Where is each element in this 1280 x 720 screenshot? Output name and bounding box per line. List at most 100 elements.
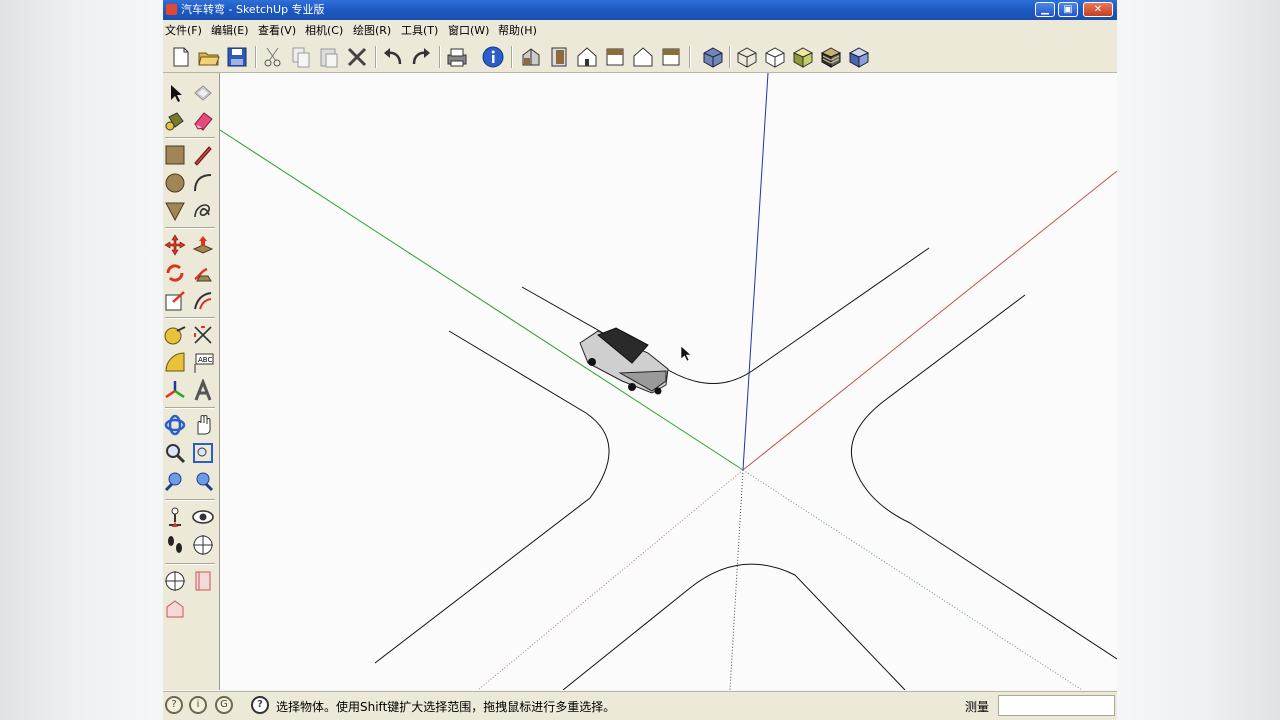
iso-view-icon[interactable] — [519, 45, 543, 69]
window-title: 汽车转弯 - SketchUp 专业版 — [181, 3, 325, 16]
top-view-icon[interactable] — [547, 45, 571, 69]
menu-window[interactable]: 窗口(W) — [448, 20, 489, 42]
road-edge-east — [851, 294, 1117, 660]
shaded-icon[interactable] — [791, 45, 815, 69]
select-arrow-icon[interactable] — [163, 81, 187, 105]
menu-bar: 文件(F) 编辑(E) 查看(V) 相机(C) 绘图(R) 工具(T) 窗口(W… — [163, 20, 1117, 43]
open-icon[interactable] — [197, 45, 221, 69]
zoom-icon[interactable] — [163, 441, 187, 465]
look-around-icon[interactable] — [191, 505, 215, 529]
undo-icon[interactable] — [381, 45, 405, 69]
arc-icon[interactable] — [191, 171, 215, 195]
menu-camera[interactable]: 相机(C) — [305, 20, 343, 42]
textured-icon[interactable] — [819, 45, 843, 69]
freehand-icon[interactable] — [191, 199, 215, 223]
hidden-line-icon[interactable] — [763, 45, 787, 69]
minimize-button[interactable]: ▁ — [1035, 2, 1055, 17]
circle-icon[interactable] — [163, 171, 187, 195]
zoom-extents-icon[interactable] — [191, 469, 215, 493]
title-bar: 汽车转弯 - SketchUp 专业版 ▁ ▣ ✕ — [163, 0, 1117, 20]
zoom-window-icon[interactable] — [191, 441, 215, 465]
pencil-line-icon[interactable] — [191, 143, 215, 167]
toolbar-separator — [375, 46, 377, 68]
tool-separator — [165, 317, 215, 319]
position-camera-icon[interactable] — [163, 505, 187, 529]
model-info-icon[interactable] — [481, 45, 505, 69]
orbit-icon[interactable] — [163, 413, 187, 437]
section-plane-icon[interactable] — [191, 533, 215, 557]
red-axis — [742, 170, 1117, 471]
eraser-icon[interactable] — [191, 109, 215, 133]
menu-edit[interactable]: 编辑(E) — [211, 20, 249, 42]
svg-text:ABC: ABC — [198, 356, 212, 364]
sandbox-section-icon[interactable] — [163, 569, 187, 593]
axes-tool-icon[interactable] — [163, 379, 187, 403]
push-pull-icon[interactable] — [191, 233, 215, 257]
toolbar-separator — [729, 46, 731, 68]
toolbar-separator — [439, 46, 441, 68]
user-icon[interactable]: G — [215, 696, 233, 714]
tool-separator — [165, 499, 215, 501]
make-component-icon[interactable] — [191, 81, 215, 105]
red-axis-negative — [477, 469, 744, 691]
green-axis — [219, 129, 744, 471]
left-view-icon[interactable] — [659, 45, 683, 69]
scale-icon[interactable] — [163, 289, 187, 313]
redo-icon[interactable] — [409, 45, 433, 69]
delete-icon[interactable] — [345, 45, 369, 69]
road-edges — [374, 247, 1117, 691]
geo-location-icon[interactable]: ? — [165, 696, 183, 714]
front-view-icon[interactable] — [575, 45, 599, 69]
tool-separator — [165, 407, 215, 409]
3d-text-icon[interactable] — [191, 379, 215, 403]
offset-icon[interactable] — [191, 289, 215, 313]
menu-tools[interactable]: 工具(T) — [401, 20, 438, 42]
scene-viewport[interactable] — [219, 72, 1117, 691]
back-view-icon[interactable] — [631, 45, 655, 69]
credits-icon[interactable]: i — [189, 696, 207, 714]
section-cut-icon[interactable] — [163, 597, 187, 621]
save-icon[interactable] — [225, 45, 249, 69]
polygon-icon[interactable] — [163, 199, 187, 223]
right-view-icon[interactable] — [603, 45, 627, 69]
maximize-button[interactable]: ▣ — [1058, 2, 1078, 17]
measurements-box[interactable] — [998, 695, 1115, 716]
tool-separator — [165, 563, 215, 565]
toolbar-separator — [511, 46, 513, 68]
paint-bucket-icon[interactable] — [163, 109, 187, 133]
standard-toolbar — [163, 42, 1117, 73]
dimension-icon[interactable] — [191, 323, 215, 347]
xray-icon[interactable] — [701, 45, 725, 69]
sketchup-window: 汽车转弯 - SketchUp 专业版 ▁ ▣ ✕ 文件(F) 编辑(E) 查看… — [163, 0, 1117, 720]
drawing-canvas[interactable] — [219, 72, 1117, 691]
rectangle-icon[interactable] — [163, 143, 187, 167]
menu-help[interactable]: 帮助(H) — [498, 20, 537, 42]
previous-view-icon[interactable] — [163, 469, 187, 493]
pan-hand-icon[interactable] — [191, 413, 215, 437]
follow-me-icon[interactable] — [191, 261, 215, 285]
road-edge-north — [521, 247, 930, 384]
instructor-help-icon[interactable]: ? — [251, 696, 269, 714]
menu-view[interactable]: 查看(V) — [258, 20, 296, 42]
print-icon[interactable] — [445, 45, 469, 69]
car-model[interactable] — [579, 327, 669, 395]
monochrome-icon[interactable] — [847, 45, 871, 69]
menu-draw[interactable]: 绘图(R) — [353, 20, 391, 42]
new-icon[interactable] — [169, 45, 193, 69]
protractor-icon[interactable] — [163, 351, 187, 375]
copy-icon[interactable] — [289, 45, 313, 69]
walk-icon[interactable] — [163, 533, 187, 557]
green-axis-negative — [742, 469, 1083, 691]
move-icon[interactable] — [163, 233, 187, 257]
text-tool-icon[interactable]: ABC — [191, 351, 215, 375]
app-icon — [166, 4, 177, 15]
close-button[interactable]: ✕ — [1083, 2, 1113, 17]
paste-icon[interactable] — [317, 45, 341, 69]
rotate-icon[interactable] — [163, 261, 187, 285]
section-display-icon[interactable] — [191, 569, 215, 593]
menu-file[interactable]: 文件(F) — [165, 20, 202, 42]
wireframe-icon[interactable] — [735, 45, 759, 69]
cut-icon[interactable] — [261, 45, 285, 69]
road-edge-south — [562, 563, 906, 691]
tape-measure-icon[interactable] — [163, 323, 187, 347]
